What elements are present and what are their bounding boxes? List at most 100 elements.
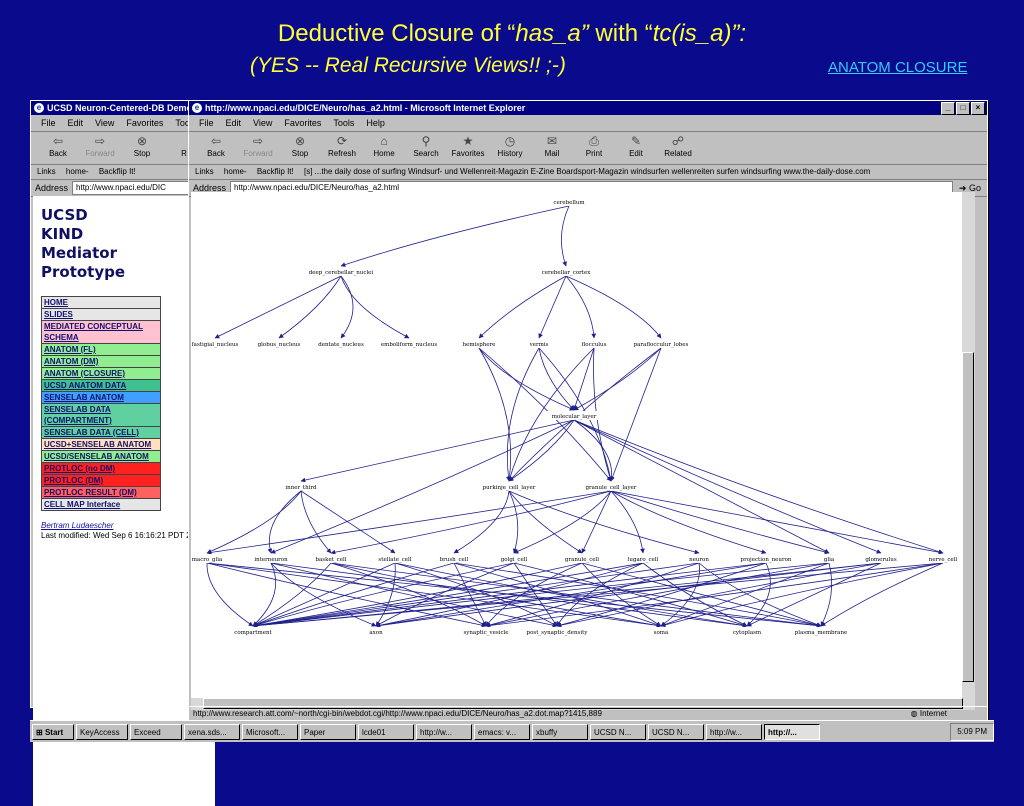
minimize-button[interactable]: _ — [941, 102, 955, 115]
taskbar-task[interactable]: UCSD N... — [590, 723, 646, 740]
graph-node-fastigial-nucleus[interactable]: fastigial_nucleus — [192, 342, 239, 348]
taskbar-task[interactable]: http://w... — [706, 723, 762, 740]
graph-node-basket-cell[interactable]: basket_cell — [315, 557, 346, 563]
taskbar-task[interactable]: http://w... — [416, 723, 472, 740]
nav-item[interactable]: SLIDES — [41, 308, 161, 320]
nav-item[interactable]: PROTLOC RESULT (DM) — [41, 486, 161, 498]
edit-button[interactable]: ✎ Edit — [615, 132, 657, 164]
taskbar-task[interactable]: http://... — [764, 723, 820, 740]
nav-item[interactable]: SENSELAB DATA (CELL) — [41, 426, 161, 438]
graph-node-inner-third[interactable]: inner_third — [285, 485, 317, 491]
menu-favorites[interactable]: Favorites — [126, 115, 163, 131]
graph-node-dentate-nucleus[interactable]: dentate_nucleus — [318, 342, 364, 348]
taskbar-task[interactable]: xbuffy — [532, 723, 588, 740]
menu-view[interactable]: View — [253, 115, 272, 131]
nav-item[interactable]: ANATOM (FL) — [41, 343, 161, 355]
graph-node-glomerulus[interactable]: glomerulus — [865, 557, 897, 563]
graph-node-brush-cell[interactable]: brush_cell — [440, 557, 469, 563]
menu-edit[interactable]: Edit — [226, 115, 242, 131]
menu-edit[interactable]: Edit — [68, 115, 84, 131]
graph-node-neuron[interactable]: neuron — [689, 557, 709, 563]
back-button[interactable]: ⇦ Back — [195, 132, 237, 164]
graph-node-vermis[interactable]: vermis — [529, 342, 549, 348]
maximize-button[interactable]: □ — [956, 102, 970, 115]
graph-node-interneuron[interactable]: interneuron — [254, 557, 288, 563]
vertical-scroll-thumb[interactable] — [962, 352, 974, 682]
graph-node-globus-nucleus[interactable]: globus_nucleus — [258, 342, 301, 348]
graph-node-plasma-membrane[interactable]: plasma_membrane — [795, 630, 848, 636]
menu-tools[interactable]: Tools — [333, 115, 354, 131]
nav-item[interactable]: UCSD ANATOM DATA — [41, 379, 161, 391]
graph-node-stellate-cell[interactable]: stellate_cell — [378, 557, 411, 563]
refresh-button[interactable]: ⟳ Refresh — [321, 132, 363, 164]
history-button[interactable]: ◷ History — [489, 132, 531, 164]
link-home[interactable]: home- — [66, 167, 89, 176]
taskbar-task[interactable]: Exceed — [130, 723, 182, 740]
graph-node-macro-glia[interactable]: macro_glia — [192, 557, 223, 563]
taskbar-task[interactable]: xena.sds... — [184, 723, 240, 740]
nav-item[interactable]: UCSD/SENSELAB ANATOM — [41, 450, 161, 462]
menu-view[interactable]: View — [95, 115, 114, 131]
close-button[interactable]: × — [971, 102, 985, 115]
graph-node-axon[interactable]: axon — [369, 630, 383, 636]
search-button[interactable]: ⚲ Search — [405, 132, 447, 164]
graph-node-cerebellum[interactable]: cerebellum — [553, 200, 585, 206]
graph-node-paraflocculur-lobes[interactable]: paraflocculur_lobes — [634, 342, 689, 348]
link-daily-dose[interactable]: [s] ...the daily dose of surfing Windsur… — [304, 167, 870, 176]
graph-node-hemisphere[interactable]: hemisphere — [463, 342, 496, 348]
anatom-closure-link[interactable]: ANATOM CLOSURE — [828, 59, 967, 76]
graph-node-post-synaptic-density[interactable]: post_synaptic_density — [527, 630, 589, 636]
nav-item[interactable]: HOME — [41, 296, 161, 308]
link-backflip[interactable]: Backflip It! — [99, 167, 136, 176]
menu-favorites[interactable]: Favorites — [284, 115, 321, 131]
graph-node-emboliform-nucleus[interactable]: emboliform_nucleus — [381, 342, 437, 348]
link-backflip[interactable]: Backflip It! — [257, 167, 294, 176]
vertical-scrollbar[interactable] — [962, 192, 975, 698]
nav-item[interactable]: PROTLOC (DM) — [41, 474, 161, 486]
taskbar-task[interactable]: UCSD N... — [648, 723, 704, 740]
graph-node-granule-cell-layer[interactable]: granule_cell_layer — [586, 485, 637, 491]
graph-node-purkinje-cell-layer[interactable]: purkinje_cell_layer — [483, 485, 536, 491]
nav-item[interactable]: ANATOM (DM) — [41, 355, 161, 367]
nav-item[interactable]: UCSD+SENSELAB ANATOM — [41, 438, 161, 450]
graph-node-lugaro-cell[interactable]: lugaro_cell — [628, 557, 659, 563]
home-button[interactable]: ⌂ Home — [363, 132, 405, 164]
graph-node-deep-cerebellar-nuclei[interactable]: deep_cerebellar_nuclei — [309, 270, 374, 276]
nav-item[interactable]: MEDIATED CONCEPTUAL SCHEMA — [41, 320, 161, 343]
graph-node-projection-neuron[interactable]: projection_neuron — [741, 557, 792, 563]
stop-button[interactable]: ⊗ Stop — [121, 132, 163, 164]
link-home[interactable]: home- — [224, 167, 247, 176]
print-button[interactable]: ⎙ Print — [573, 132, 615, 164]
graph-node-cerebellar-cortex[interactable]: cerebellar_cortex — [542, 270, 592, 276]
menu-file[interactable]: File — [41, 115, 56, 131]
nav-item[interactable]: CELL MAP Interface — [41, 498, 161, 511]
start-button[interactable]: ⊞ Start — [32, 723, 74, 740]
taskbar-task[interactable]: Microsoft... — [242, 723, 298, 740]
taskbar-task[interactable]: Paper — [300, 723, 356, 740]
graph-node-compartment[interactable]: compartment — [234, 630, 272, 636]
graph-node-synaptic-vesicle[interactable]: synaptic_vesicle — [463, 630, 508, 636]
taskbar-task[interactable]: KeyAccess — [76, 723, 128, 740]
graph-node-molecular-layer[interactable]: molecular_layer — [552, 414, 597, 420]
taskbar-task[interactable]: lcde01 — [358, 723, 414, 740]
graph-node-soma[interactable]: soma — [654, 630, 669, 636]
nav-item[interactable]: SENSELAB ANATOM — [41, 391, 161, 403]
stop-button[interactable]: ⊗ Stop — [279, 132, 321, 164]
forward-button[interactable]: ⇨ Forward — [237, 132, 279, 164]
menu-help[interactable]: Help — [366, 115, 385, 131]
mail-button[interactable]: ✉ Mail — [531, 132, 573, 164]
nav-item[interactable]: SENSELAB DATA (COMPARTMENT) — [41, 403, 161, 426]
menu-file[interactable]: File — [199, 115, 214, 131]
graph-node-granule-cell[interactable]: granule_cell — [565, 557, 599, 563]
back-button[interactable]: ⇦ Back — [37, 132, 79, 164]
graph-node-glia[interactable]: glia — [824, 557, 835, 563]
main-window-titlebar[interactable]: e http://www.npaci.edu/DICE/Neuro/has_a2… — [189, 101, 987, 115]
graph-node-nerve-cell[interactable]: nerve_cell — [929, 557, 958, 563]
graph-node-flocculus[interactable]: flocculus — [582, 342, 607, 348]
related-button[interactable]: ☍ Related — [657, 132, 699, 164]
favorites-button[interactable]: ★ Favorites — [447, 132, 489, 164]
forward-button[interactable]: ⇨ Forward — [79, 132, 121, 164]
graph-node-golgi-cell[interactable]: golgi_cell — [501, 557, 528, 563]
nav-item[interactable]: PROTLOC (no DM) — [41, 462, 161, 474]
graph-node-cytoplasm[interactable]: cytoplasm — [733, 630, 762, 636]
